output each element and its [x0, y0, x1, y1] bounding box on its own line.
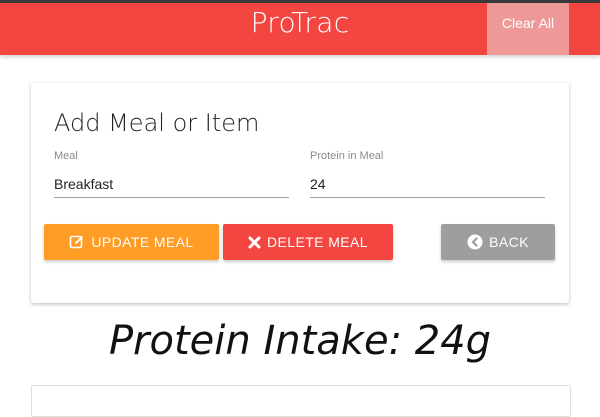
form-title: Add Meal or Item [54, 109, 260, 137]
navbar: ProTrac Clear All [0, 3, 600, 55]
chevron-left-circle-icon [467, 234, 483, 250]
update-meal-button[interactable]: UPDATE MEAL [44, 224, 219, 260]
meal-list-card [31, 385, 571, 417]
update-meal-label: UPDATE MEAL [91, 234, 194, 250]
delete-meal-button[interactable]: DELETE MEAL [223, 224, 393, 260]
delete-meal-label: DELETE MEAL [267, 234, 368, 250]
edit-icon [69, 234, 85, 250]
meal-form-card: Add Meal or Item Meal Protein in Meal UP… [31, 83, 569, 303]
protein-intake-total: Protein Intake: 24g [108, 318, 492, 364]
back-button[interactable]: BACK [441, 224, 555, 260]
clear-all-button[interactable]: Clear All [487, 3, 569, 55]
protein-input[interactable] [310, 171, 545, 198]
close-icon [248, 236, 261, 249]
back-label: BACK [489, 234, 529, 250]
protein-label: Protein in Meal [310, 150, 384, 162]
meal-label: Meal [54, 150, 78, 162]
meal-input[interactable] [54, 171, 289, 198]
